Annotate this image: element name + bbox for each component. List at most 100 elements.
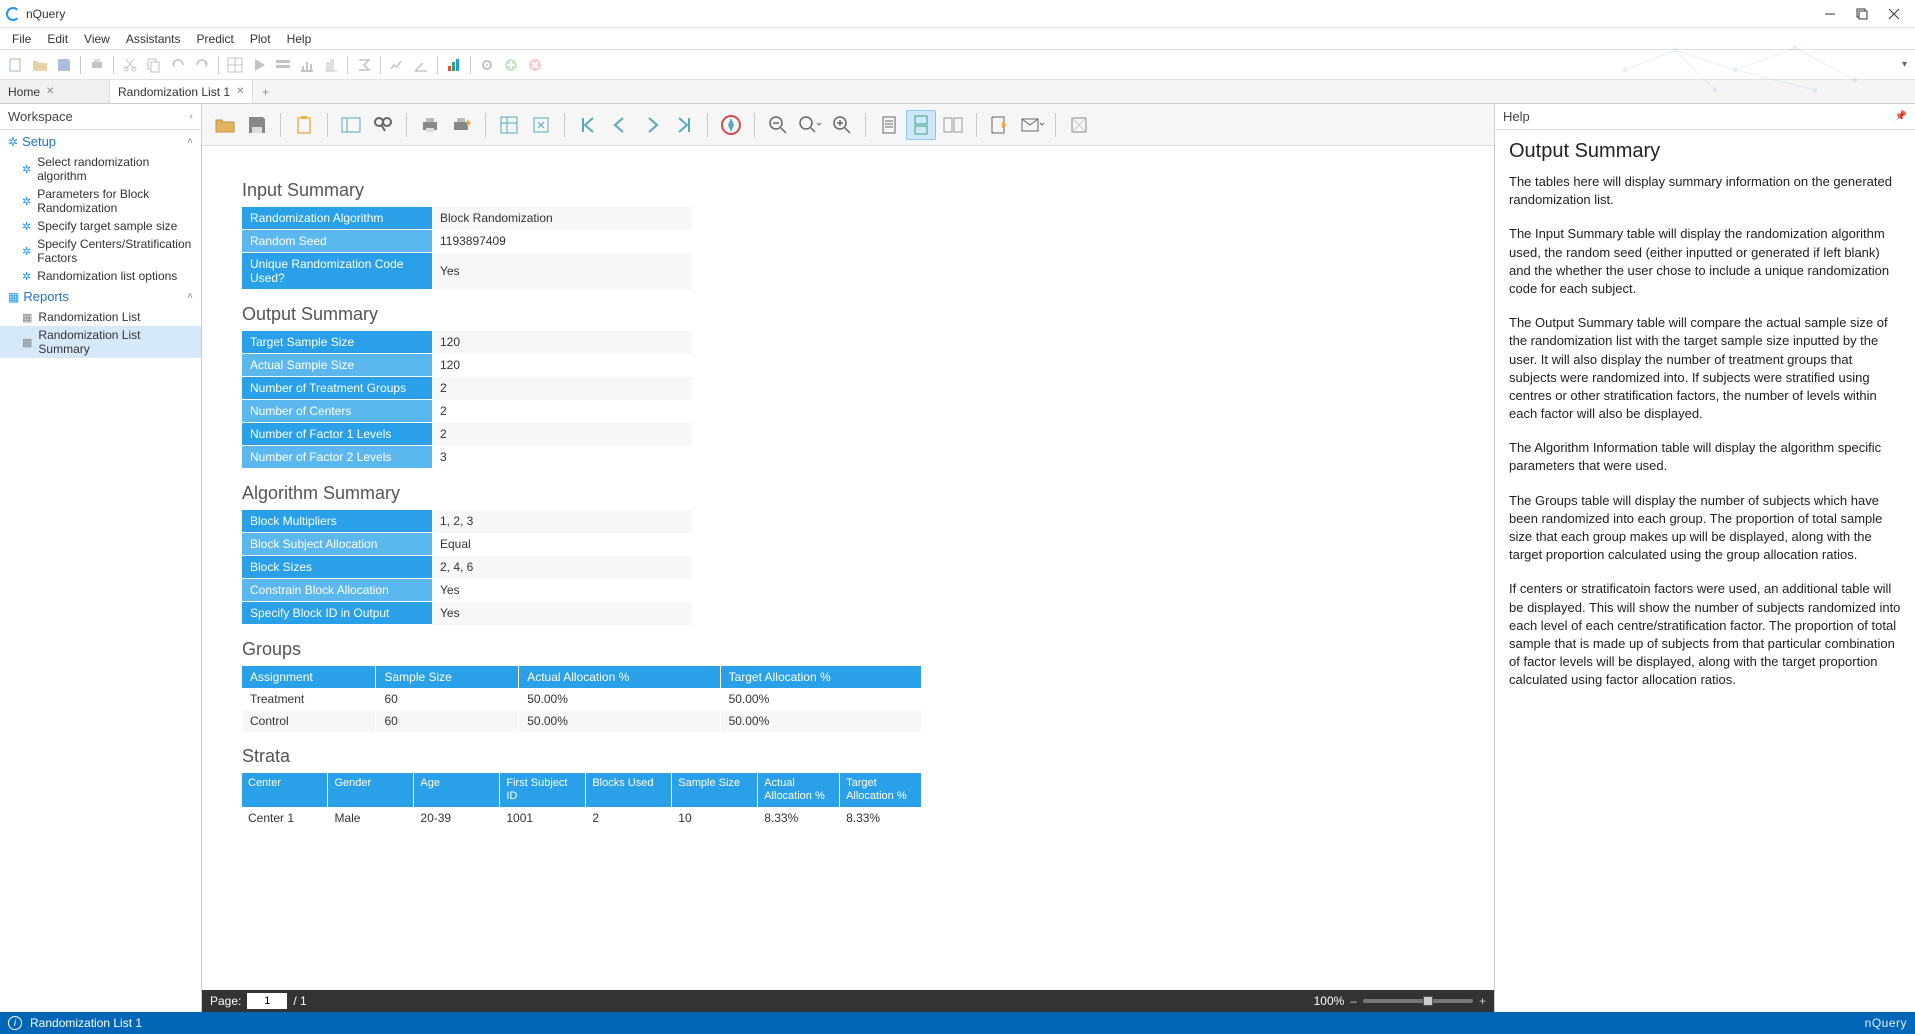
- item-label: Specify target sample size: [37, 219, 177, 233]
- clipboard-icon[interactable]: [289, 110, 319, 140]
- document-area: Input Summary Randomization AlgorithmBlo…: [202, 104, 1495, 1012]
- table-row: Unique Randomization Code Used?Yes: [242, 253, 692, 290]
- section-title-strata: Strata: [242, 746, 1494, 767]
- toolbar-stats-icon[interactable]: [296, 54, 318, 76]
- gear-icon: ✲: [8, 135, 18, 149]
- two-page-icon[interactable]: [938, 110, 968, 140]
- item-label: Specify Centers/Stratification Factors: [37, 237, 193, 265]
- toolbar-varstats-icon[interactable]: [320, 54, 342, 76]
- gear-icon: ✲: [22, 195, 31, 208]
- first-page-icon[interactable]: [573, 110, 603, 140]
- close-icon[interactable]: ✕: [236, 86, 244, 97]
- workspace-group-setup[interactable]: ✲ Setup ˄: [0, 130, 201, 153]
- reports-item-list[interactable]: ▦Randomization List: [0, 308, 201, 326]
- menu-plot[interactable]: Plot: [242, 30, 279, 48]
- quick-print-icon[interactable]: [447, 110, 477, 140]
- page-setup-icon[interactable]: [526, 110, 556, 140]
- zoom-in-icon[interactable]: [827, 110, 857, 140]
- setup-item-sample-size[interactable]: ✲Specify target sample size: [0, 217, 201, 235]
- toolbar-sigma-icon[interactable]: [353, 54, 375, 76]
- copy-icon[interactable]: [143, 54, 165, 76]
- save-icon[interactable]: [242, 110, 272, 140]
- parameters-icon[interactable]: [336, 110, 366, 140]
- toolbar-gear-icon[interactable]: [476, 54, 498, 76]
- menu-predict[interactable]: Predict: [189, 30, 242, 48]
- zoom-out-icon[interactable]: [763, 110, 793, 140]
- reports-item-summary[interactable]: ▦Randomization List Summary: [0, 326, 201, 358]
- compass-icon[interactable]: [716, 110, 746, 140]
- pin-icon[interactable]: 📌: [1895, 111, 1907, 122]
- save-icon[interactable]: [53, 54, 75, 76]
- toolbar-colorbars-icon[interactable]: [443, 54, 465, 76]
- margins-icon[interactable]: [494, 110, 524, 140]
- open-icon[interactable]: [210, 110, 240, 140]
- prev-page-icon[interactable]: [605, 110, 635, 140]
- minimize-button[interactable]: [1823, 7, 1837, 21]
- section-title-output: Output Summary: [242, 304, 1494, 325]
- chevron-up-icon: ˄: [187, 136, 193, 147]
- toolbar-rows-icon[interactable]: [272, 54, 294, 76]
- toolbar-delete-icon[interactable]: [524, 54, 546, 76]
- email-icon[interactable]: [1017, 110, 1047, 140]
- collapse-panel-icon[interactable]: ‹: [190, 111, 193, 122]
- find-icon[interactable]: [368, 110, 398, 140]
- table-row: Target Sample Size120: [242, 331, 692, 354]
- gear-icon: ✲: [22, 270, 31, 283]
- export-icon[interactable]: [985, 110, 1015, 140]
- item-label: Randomization List Summary: [38, 328, 193, 356]
- table-row: Center 1 Male 20-39 1001 2 10 8.33% 8.33…: [242, 807, 922, 829]
- table-row: Control 60 50.00% 50.00%: [242, 710, 922, 732]
- open-folder-icon[interactable]: [29, 54, 51, 76]
- menu-view[interactable]: View: [76, 30, 118, 48]
- pager-page-input[interactable]: [247, 993, 287, 1009]
- setup-item-list-options[interactable]: ✲ Randomization list options: [0, 267, 201, 285]
- toolbar-table-icon[interactable]: [224, 54, 246, 76]
- report-viewport[interactable]: Input Summary Randomization AlgorithmBlo…: [202, 146, 1494, 990]
- help-body: Output Summary The tables here will disp…: [1495, 130, 1915, 1012]
- menu-help[interactable]: Help: [279, 30, 320, 48]
- cut-icon[interactable]: [119, 54, 141, 76]
- toolbar-overflow-button[interactable]: ▾: [1902, 59, 1907, 70]
- zoom-value: 100%: [1314, 994, 1345, 1008]
- tab-home[interactable]: Home ✕: [0, 80, 110, 103]
- menu-assistants[interactable]: Assistants: [118, 30, 189, 48]
- new-file-icon[interactable]: [5, 54, 27, 76]
- setup-item-algorithm[interactable]: ✲Select randomization algorithm: [0, 153, 201, 185]
- close-icon[interactable]: ✕: [46, 86, 54, 97]
- workspace-group-reports[interactable]: ▦ Reports ˄: [0, 285, 201, 308]
- input-summary-table: Randomization AlgorithmBlock Randomizati…: [242, 207, 692, 290]
- redo-icon[interactable]: [191, 54, 213, 76]
- zoom-slider[interactable]: [1363, 999, 1473, 1003]
- toolbar-chart2-icon[interactable]: [410, 54, 432, 76]
- table-row: Block Sizes2, 4, 6: [242, 556, 692, 579]
- new-tab-button[interactable]: +: [253, 80, 277, 103]
- zoom-out-button[interactable]: –: [1350, 994, 1357, 1008]
- tab-randomization-list[interactable]: Randomization List 1 ✕: [110, 80, 253, 103]
- setup-item-centers[interactable]: ✲Specify Centers/Stratification Factors: [0, 235, 201, 267]
- zoom-in-button[interactable]: +: [1479, 994, 1486, 1008]
- menu-file[interactable]: File: [4, 30, 39, 48]
- toolbar-chart1-icon[interactable]: [386, 54, 408, 76]
- table-row: Block Subject AllocationEqual: [242, 533, 692, 556]
- zoom-dropdown-icon[interactable]: [795, 110, 825, 140]
- maximize-button[interactable]: [1855, 7, 1869, 21]
- print-icon[interactable]: [415, 110, 445, 140]
- print-icon[interactable]: [86, 54, 108, 76]
- close-button[interactable]: [1887, 7, 1901, 21]
- watermark-icon[interactable]: [1064, 110, 1094, 140]
- setup-item-parameters[interactable]: ✲Parameters for Block Randomization: [0, 185, 201, 217]
- undo-icon[interactable]: [167, 54, 189, 76]
- menu-edit[interactable]: Edit: [39, 30, 76, 48]
- tab-label: Home: [8, 85, 40, 99]
- workspace-panel: Workspace ‹ ✲ Setup ˄ ✲Select randomizat…: [0, 104, 202, 1012]
- toolbar-play-icon[interactable]: [248, 54, 270, 76]
- last-page-icon[interactable]: [669, 110, 699, 140]
- next-page-icon[interactable]: [637, 110, 667, 140]
- help-paragraph: The Groups table will display the number…: [1509, 492, 1901, 565]
- single-page-icon[interactable]: [874, 110, 904, 140]
- continuous-page-icon[interactable]: [906, 110, 936, 140]
- item-label: Randomization list options: [37, 269, 177, 283]
- table-row: Constrain Block AllocationYes: [242, 579, 692, 602]
- toolbar-plus-icon[interactable]: [500, 54, 522, 76]
- table-row: Number of Treatment Groups2: [242, 377, 692, 400]
